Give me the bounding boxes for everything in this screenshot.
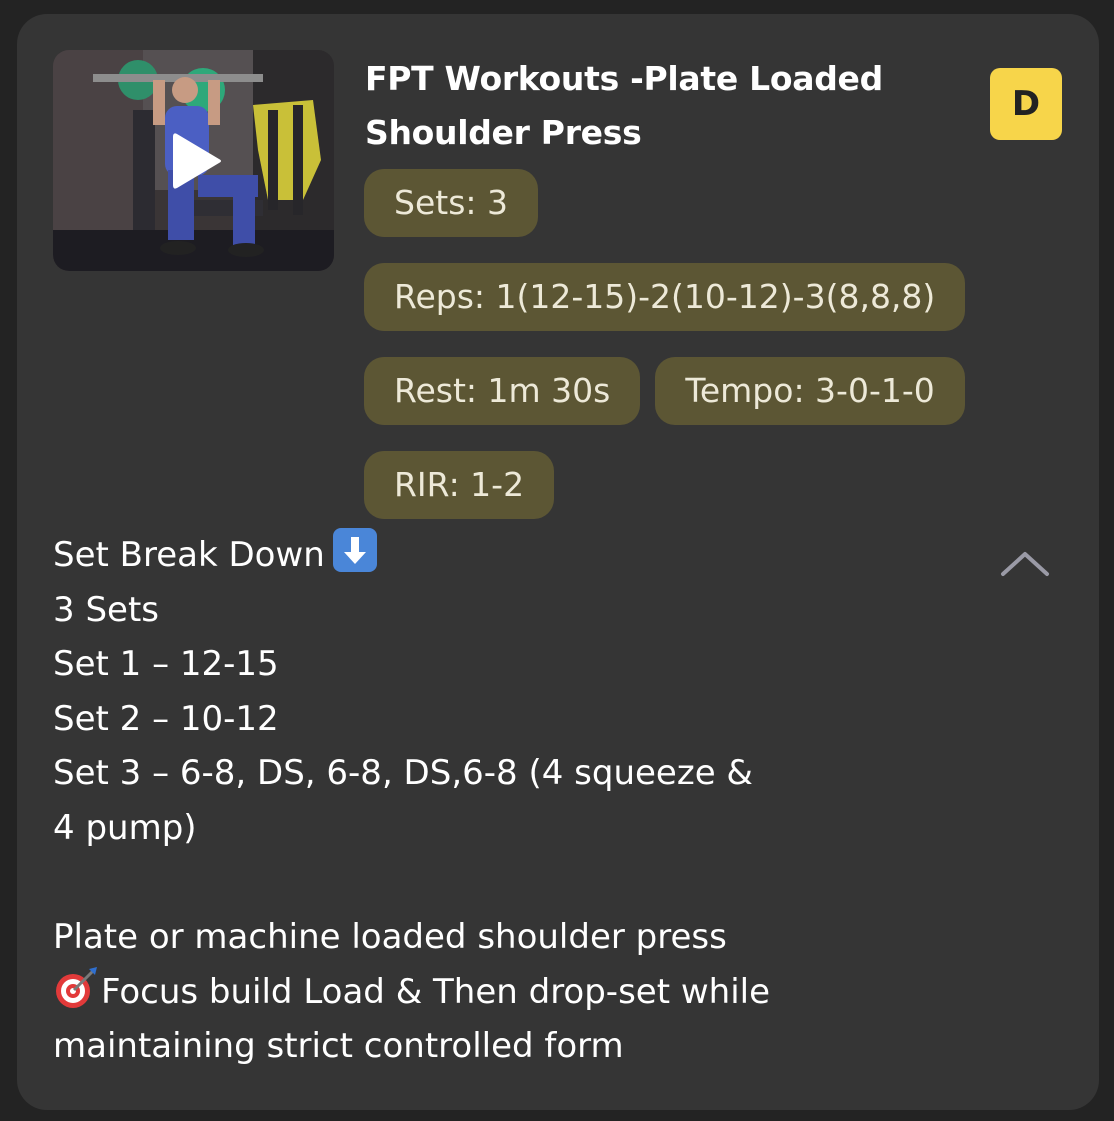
rest-chip: Rest: 1m 30s: [364, 357, 641, 425]
exercise-chips: Sets: 3 Reps: 1(12-15)-2(10-12)-3(8,8,8)…: [364, 169, 1064, 519]
video-thumbnail[interactable]: [53, 50, 334, 271]
description-line: Set 3 – 6-8, DS, 6-8, DS,6-8 (4 squeeze …: [53, 753, 753, 794]
description-line: 4 pump): [53, 807, 197, 848]
description-line: Set 1 – 12-15: [53, 644, 279, 685]
reps-chip: Reps: 1(12-15)-2(10-12)-3(8,8,8): [364, 263, 966, 331]
exercise-title: FPT Workouts -Plate Loaded Shoulder Pres…: [365, 59, 883, 152]
play-icon: [173, 133, 221, 189]
focus-note-text: Focus build Load & Then drop-set while: [101, 971, 771, 1012]
description-line: 3 Sets: [53, 589, 159, 630]
tempo-chip: Tempo: 3-0-1-0: [655, 357, 965, 425]
sets-chip: Sets: 3: [364, 169, 538, 237]
description-note: maintaining strict controlled form: [53, 1026, 624, 1067]
collapse-button[interactable]: [997, 544, 1053, 584]
target-emoji-icon: [53, 965, 99, 1011]
difficulty-badge: D: [990, 68, 1062, 140]
description-heading: Set Break Down: [53, 535, 325, 575]
description-note-focus: Focus build Load & Then drop-set while: [53, 965, 953, 1020]
description-heading-line: Set Break Down: [53, 528, 953, 583]
exercise-description: Set Break Down 3 Sets Set 1 – 12-15 Set …: [53, 528, 953, 1074]
down-arrow-emoji-icon: [332, 528, 377, 572]
chevron-up-icon: [1001, 552, 1049, 576]
exercise-card: FPT Workouts -Plate Loaded Shoulder Pres…: [17, 14, 1099, 1110]
description-line: Set 2 – 10-12: [53, 698, 279, 739]
description-note: Plate or machine loaded shoulder press: [53, 917, 727, 958]
rir-chip: RIR: 1-2: [364, 451, 555, 519]
